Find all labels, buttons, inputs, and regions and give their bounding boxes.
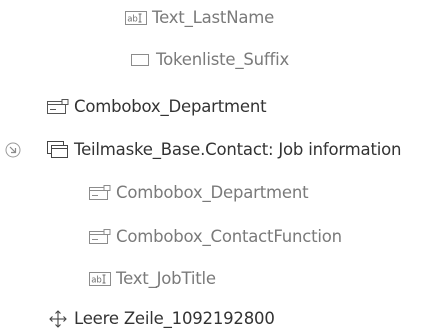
tree-item-combobox-contactfunction[interactable]: Combobox_ContactFunction [88,222,342,252]
svg-text:ab: ab [91,276,102,286]
tree-item-combobox-department-child[interactable]: Combobox_Department [88,178,309,208]
form-element-tree: ab Text_LastName Tokenliste_Suffix Combo… [0,0,445,329]
textbox-icon: ab [124,8,148,28]
tree-item-label: Combobox_Department [74,97,267,116]
tree-item-combobox-department[interactable]: Combobox_Department [46,92,267,122]
tree-item-text-jobtitle[interactable]: ab Text_JobTitle [88,264,216,294]
subform-icon [46,140,70,160]
tree-item-label: Combobox_Department [116,183,309,202]
combobox-icon [46,97,70,117]
svg-text:ab: ab [127,15,138,25]
collapse-circle-icon[interactable] [4,141,22,159]
tree-item-label: Combobox_ContactFunction [116,227,342,246]
move-arrows-icon [46,309,70,329]
tree-item-text-lastname[interactable]: ab Text_LastName [124,3,274,33]
combobox-icon [88,183,112,203]
tree-item-label: Teilmaske_Base.Contact: Job information [74,140,402,159]
tree-item-teilmaske-job-information[interactable]: Teilmaske_Base.Contact: Job information [46,135,401,165]
tree-item-label: Text_JobTitle [116,269,216,288]
tree-item-leere-zeile[interactable]: Leere Zeile_1092192800 [46,304,275,334]
combobox-icon [88,227,112,247]
tree-item-tokenliste-suffix[interactable]: Tokenliste_Suffix [128,45,289,75]
tree-item-label: Text_LastName [152,8,275,27]
tree-item-label: Leere Zeile_1092192800 [74,309,275,328]
token-list-icon [128,50,152,70]
tree-item-label: Tokenliste_Suffix [156,50,290,69]
textbox-icon: ab [88,269,112,289]
